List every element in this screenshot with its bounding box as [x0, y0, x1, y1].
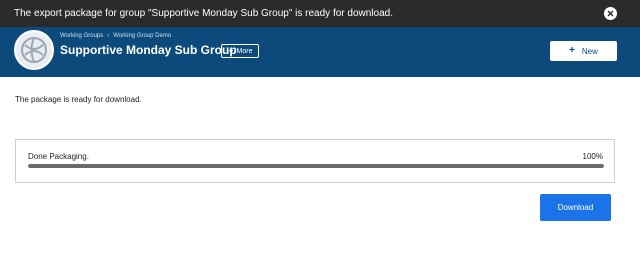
- breadcrumb-item-working-groups[interactable]: Working Groups: [60, 33, 103, 39]
- page-title: Supportive Monday Sub Group: [60, 43, 237, 57]
- new-button[interactable]: + New: [550, 41, 617, 61]
- progress-card: Done Packaging. 100%: [15, 139, 615, 183]
- notification-bar: The export package for group "Supportive…: [0, 0, 640, 27]
- status-text: The package is ready for download.: [15, 95, 142, 104]
- globe-icon: [14, 30, 54, 70]
- plus-icon: +: [569, 45, 575, 56]
- breadcrumb-separator-icon: ›: [107, 33, 110, 39]
- more-button[interactable]: More: [221, 44, 259, 58]
- breadcrumb-item-working-group-demo[interactable]: Working Group Demo: [113, 33, 171, 39]
- progress-label: Done Packaging.: [28, 152, 89, 161]
- group-header: Working Groups › Working Group Demo Supp…: [0, 27, 640, 77]
- notification-message: The export package for group "Supportive…: [14, 8, 393, 19]
- download-button-label: Download: [557, 203, 594, 212]
- chevron-down-icon: [228, 49, 233, 53]
- progress-bar: [28, 164, 604, 168]
- progress-bar-fill: [28, 164, 604, 168]
- new-button-label: New: [581, 46, 598, 56]
- close-icon[interactable]: [604, 7, 617, 20]
- breadcrumb: Working Groups › Working Group Demo: [60, 33, 171, 39]
- progress-percent: 100%: [582, 152, 603, 161]
- download-button[interactable]: Download: [540, 194, 611, 221]
- more-button-label: More: [236, 47, 253, 55]
